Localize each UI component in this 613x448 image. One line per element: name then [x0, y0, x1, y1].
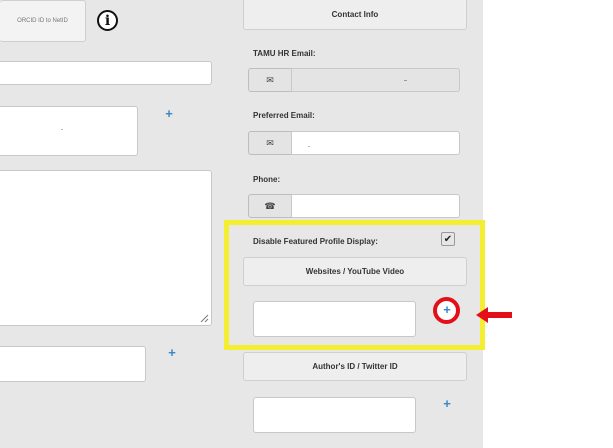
- email-addon: ✉: [248, 131, 292, 155]
- yellow-highlight-box: [224, 220, 485, 350]
- phone-icon: ☎: [264, 200, 276, 211]
- authors-id-twitter-id-button[interactable]: Author's ID / Twitter ID: [243, 352, 467, 381]
- left-textarea-small[interactable]: [0, 106, 138, 156]
- envelope-icon: ✉: [266, 137, 274, 148]
- tamu-hr-email-field: [291, 68, 460, 92]
- add-item-plus-icon[interactable]: +: [166, 346, 178, 359]
- add-item-plus-icon[interactable]: +: [163, 107, 175, 120]
- left-textarea-large[interactable]: [0, 170, 212, 326]
- preferred-email-label: Preferred Email:: [253, 111, 315, 120]
- authors-id-twitter-id-label: Author's ID / Twitter ID: [312, 362, 398, 371]
- preferred-email-input[interactable]: [291, 131, 460, 155]
- phone-label: Phone:: [253, 175, 281, 184]
- orcid-button-label: ORCID ID to NetID: [17, 18, 68, 24]
- envelope-icon: ✉: [266, 74, 274, 85]
- orcid-to-netid-button[interactable]: ORCID ID to NetID: [0, 0, 86, 42]
- phone-input[interactable]: [291, 194, 460, 218]
- contact-info-button[interactable]: Contact Info: [243, 0, 467, 30]
- phone-addon: ☎: [248, 194, 292, 218]
- add-website-plus-icon[interactable]: +: [441, 303, 453, 316]
- left-lower-input[interactable]: [0, 346, 146, 382]
- red-arrow-annotation: [476, 307, 512, 323]
- add-author-id-plus-icon[interactable]: +: [441, 397, 453, 410]
- authors-id-input[interactable]: [253, 397, 416, 433]
- resize-handle-icon[interactable]: [200, 314, 209, 323]
- info-icon[interactable]: i: [97, 10, 118, 31]
- left-text-input[interactable]: [0, 61, 212, 85]
- email-addon: ✉: [248, 68, 292, 92]
- contact-info-label: Contact Info: [331, 10, 379, 19]
- tamu-hr-email-label: TAMU HR Email:: [253, 49, 316, 58]
